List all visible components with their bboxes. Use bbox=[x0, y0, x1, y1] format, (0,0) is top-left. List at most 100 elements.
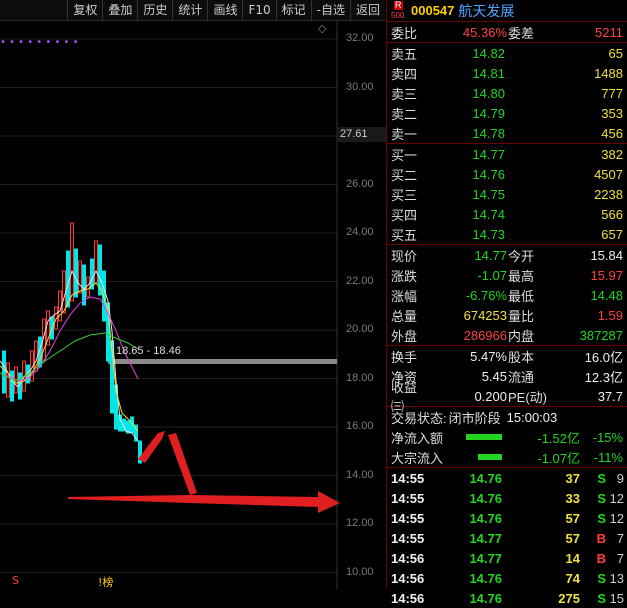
tick-volume: 57 bbox=[565, 530, 580, 546]
tick-price: 14.76 bbox=[469, 490, 502, 506]
stock-code[interactable]: 000547 bbox=[411, 3, 454, 18]
tick-row[interactable]: 14:56 14.76 74 S 13 bbox=[387, 568, 627, 588]
stat-value: 674253 bbox=[463, 307, 507, 323]
tick-row[interactable]: 14:55 14.76 37 S 9 bbox=[387, 468, 627, 488]
tick-row[interactable]: 14:56 14.77 14 B 7 bbox=[387, 548, 627, 568]
asks-label: 卖三 bbox=[391, 86, 418, 102]
asks-volume: 353 bbox=[601, 105, 623, 121]
bids-price: 14.75 bbox=[472, 186, 505, 202]
stat-label: 涨幅 bbox=[391, 288, 418, 304]
flow-label: 净流入额 bbox=[391, 430, 444, 446]
current-price-tag: 27.61 bbox=[338, 127, 386, 142]
tick-volume: 37 bbox=[565, 470, 580, 486]
marker-s[interactable]: S bbox=[12, 574, 19, 587]
tick-time: 14:55 bbox=[391, 490, 425, 506]
stat-label-2: 最高 bbox=[508, 268, 535, 284]
tick-price: 14.77 bbox=[469, 550, 502, 566]
tick-price: 14.77 bbox=[469, 530, 502, 546]
tick-count: 7 bbox=[616, 530, 624, 546]
flow-bar bbox=[466, 434, 502, 440]
stat-label: 总量 bbox=[391, 308, 418, 324]
candle bbox=[82, 264, 86, 306]
toolbar-item-1[interactable]: 叠加 bbox=[102, 0, 137, 20]
flow-bar bbox=[478, 454, 502, 460]
toolbar-item-8[interactable]: 返回 bbox=[349, 0, 385, 20]
bids-price: 14.76 bbox=[472, 166, 505, 182]
toolbar-item-5[interactable]: F10 bbox=[242, 0, 275, 20]
toolbar-item-6[interactable]: 标记 bbox=[275, 0, 311, 20]
tick-side: S bbox=[597, 570, 606, 586]
axis-tick-label: 22.00 bbox=[346, 274, 374, 287]
flow-pct: -15% bbox=[592, 429, 623, 445]
stat-value: 286966 bbox=[463, 327, 507, 343]
marker-list[interactable]: !榜 bbox=[98, 574, 113, 590]
toolbar-item-2[interactable]: 历史 bbox=[137, 0, 172, 20]
candle bbox=[2, 350, 6, 394]
stat-label: 换手 bbox=[391, 349, 418, 365]
flow-label: 大宗流入 bbox=[391, 450, 444, 466]
tick-price: 14.76 bbox=[469, 590, 502, 606]
axis-tick-label: 30.00 bbox=[346, 80, 374, 93]
tick-row[interactable]: 14:55 14.77 57 B 7 bbox=[387, 528, 627, 548]
stock-name[interactable]: 航天发展 bbox=[458, 1, 514, 21]
candle bbox=[70, 222, 74, 302]
bids-label: 买三 bbox=[391, 187, 418, 203]
stock-header: R 500 000547 航天发展 bbox=[387, 0, 627, 22]
tick-row[interactable]: 14:56 14.76 275 S 15 bbox=[387, 588, 627, 608]
asks-row: 卖一 14.78 456 bbox=[387, 123, 627, 143]
stat-value-2: 1.59 bbox=[597, 307, 623, 323]
tick-side: S bbox=[597, 510, 606, 526]
toolbar-item-4[interactable]: 画线 bbox=[207, 0, 242, 20]
bids-volume: 566 bbox=[601, 206, 623, 222]
asks-row: 卖三 14.80 777 bbox=[387, 83, 627, 103]
bids-row: 买五 14.73 657 bbox=[387, 224, 627, 244]
axis-tick-label: 12.00 bbox=[346, 517, 374, 529]
axis-tick-label: 32.00 bbox=[346, 32, 374, 44]
tick-list[interactable]: 14:55 14.76 37 S 9 14:55 14.76 33 S 12 14:55 14.76 5… bbox=[387, 468, 627, 608]
weibi-label: 委比 bbox=[391, 25, 418, 41]
flow-row: 净流入额 -1.52亿 -15% bbox=[387, 427, 627, 447]
tick-side: B bbox=[596, 530, 606, 546]
bid-book: 买一 14.77 382 买二 14.76 4507 买三 14.75 2238 买四 14.74 5… bbox=[387, 144, 627, 245]
candle bbox=[78, 260, 82, 294]
stat-value-2: 14.48 bbox=[590, 287, 623, 303]
tick-count: 15 bbox=[609, 590, 624, 606]
tick-count: 9 bbox=[616, 470, 624, 486]
tick-time: 14:56 bbox=[391, 550, 425, 566]
toolbar-item-7[interactable]: -自选 bbox=[310, 0, 350, 20]
flow-block: 净流入额 -1.52亿 -15% 大宗流入 -1.07亿 -11% bbox=[387, 427, 627, 468]
tick-side: B bbox=[596, 550, 606, 566]
kline-chart[interactable]: • • • • • • • • • ◇ 32.0030.0028.0026.00… bbox=[0, 21, 386, 590]
stat-label: 涨跌 bbox=[391, 268, 418, 284]
asks-row: 卖四 14.81 1488 bbox=[387, 63, 627, 83]
candle bbox=[62, 270, 66, 314]
arrow-up bbox=[138, 431, 165, 463]
stat-row: 现价 14.77 今开 15.84 bbox=[387, 245, 627, 265]
stat-value: -6.76% bbox=[465, 287, 507, 303]
candle bbox=[86, 276, 90, 298]
candle bbox=[6, 362, 10, 398]
tick-price: 14.76 bbox=[469, 570, 502, 586]
ask-book: 卖五 14.82 65 卖四 14.81 1488 卖三 14.80 777 卖二 14.79 353… bbox=[387, 43, 627, 144]
stat-value-2: 387287 bbox=[579, 327, 623, 343]
asks-price: 14.80 bbox=[472, 85, 505, 101]
asks-price: 14.81 bbox=[472, 65, 505, 81]
stat-value-2: 16.0亿 bbox=[584, 349, 623, 365]
tick-time: 14:55 bbox=[391, 530, 425, 546]
tick-row[interactable]: 14:55 14.76 57 S 12 bbox=[387, 508, 627, 528]
range-label: 18.65 - 18.46 bbox=[116, 345, 181, 357]
asks-label: 卖一 bbox=[391, 126, 418, 142]
asks-row: 卖五 14.82 65 bbox=[387, 43, 627, 63]
toolbar-item-0[interactable]: 复权 bbox=[67, 0, 102, 20]
tick-time: 14:55 bbox=[391, 510, 425, 526]
asks-volume: 777 bbox=[601, 85, 623, 101]
candle bbox=[66, 250, 70, 308]
stat-label-2: PE(动) bbox=[508, 389, 548, 405]
candle bbox=[94, 240, 98, 284]
toolbar-item-3[interactable]: 统计 bbox=[172, 0, 207, 20]
tick-row[interactable]: 14:55 14.76 33 S 12 bbox=[387, 488, 627, 508]
weicha-value: 5211 bbox=[595, 24, 623, 40]
stat-label-2: 量比 bbox=[508, 308, 535, 324]
stat-value-2: 12.3亿 bbox=[584, 369, 623, 385]
bids-label: 买二 bbox=[391, 167, 418, 183]
